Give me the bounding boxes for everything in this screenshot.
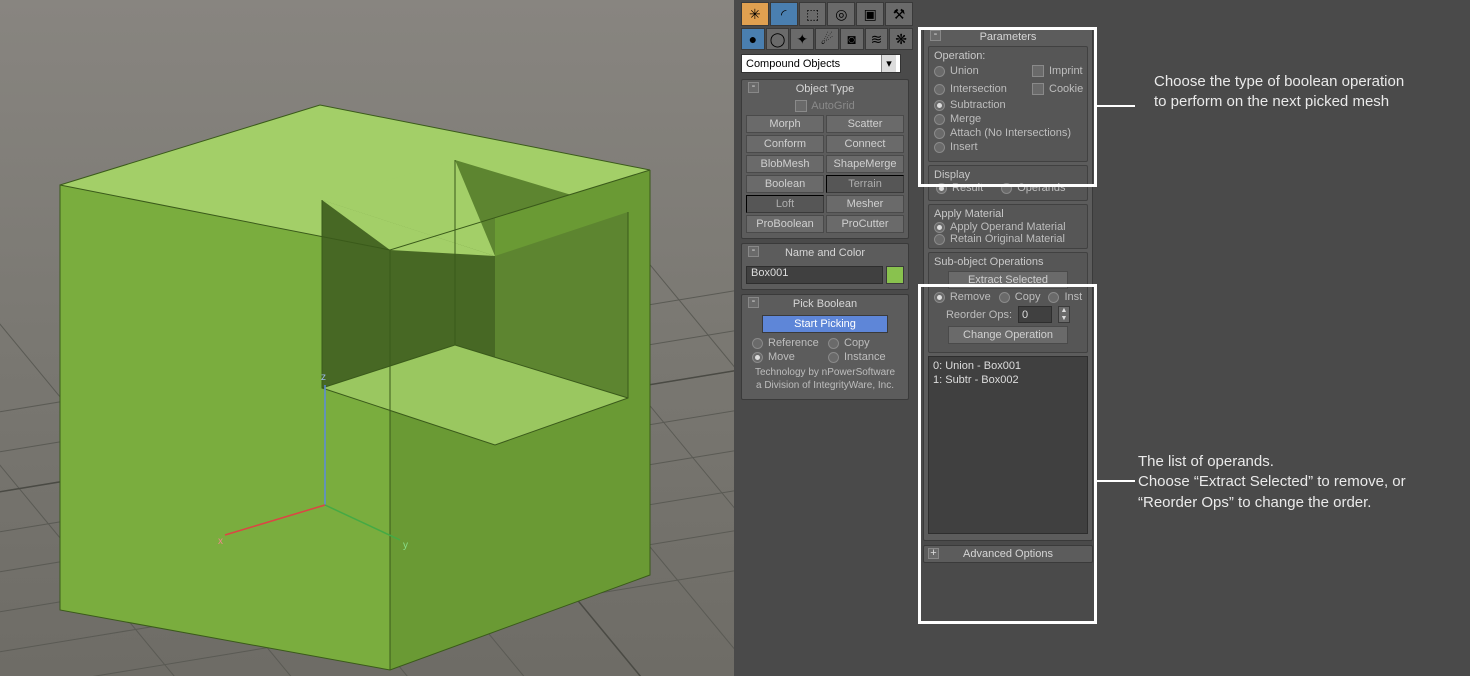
shapes-subtab[interactable]: ◯ bbox=[766, 28, 790, 50]
rollout-object-type: - Object Type AutoGrid Morph Scatter Conf… bbox=[741, 79, 909, 239]
hammer-icon: ⚒ bbox=[893, 6, 906, 23]
svg-text:x: x bbox=[218, 536, 223, 547]
object-type-button[interactable]: BlobMesh bbox=[746, 155, 824, 173]
callout-text-bottom: The list of operands. Choose “Extract Se… bbox=[1138, 452, 1438, 513]
light-icon: ✦ bbox=[796, 31, 808, 48]
modify-tab[interactable]: ◜ bbox=[770, 2, 798, 26]
arc-icon: ◜ bbox=[781, 6, 786, 23]
group-legend: Apply Material bbox=[934, 208, 1082, 220]
object-type-button[interactable]: Scatter bbox=[826, 115, 904, 133]
display-tab[interactable]: ▣ bbox=[856, 2, 884, 26]
object-type-button[interactable]: ProCutter bbox=[826, 215, 904, 233]
hierarchy-icon: ⬚ bbox=[806, 6, 819, 23]
autogrid-checkbox bbox=[795, 100, 807, 112]
object-type-button[interactable]: Boolean bbox=[746, 175, 824, 193]
copy-radio[interactable] bbox=[828, 338, 839, 349]
reference-radio[interactable] bbox=[752, 338, 763, 349]
cameras-subtab[interactable]: ☄ bbox=[815, 28, 839, 50]
object-type-button[interactable]: ProBoolean bbox=[746, 215, 824, 233]
gear-icon: ❋ bbox=[895, 31, 907, 48]
create-tab[interactable]: ✳ bbox=[741, 2, 769, 26]
group-apply-material: Apply Material Apply Operand Material Re… bbox=[928, 204, 1088, 249]
sun-icon: ✳ bbox=[749, 6, 761, 23]
systems-subtab[interactable]: ❋ bbox=[889, 28, 913, 50]
viewport-3d[interactable]: z x y bbox=[0, 0, 734, 676]
object-name-input[interactable]: Box001 bbox=[746, 266, 883, 284]
object-type-button[interactable]: Mesher bbox=[826, 195, 904, 213]
create-subtabs: ● ◯ ✦ ☄ ◙ ≋ ❋ bbox=[741, 28, 913, 50]
rollout-title-label: Pick Boolean bbox=[793, 298, 857, 310]
motion-tab[interactable]: ◎ bbox=[827, 2, 855, 26]
rollout-name-color: - Name and Color Box001 bbox=[741, 243, 909, 290]
object-type-button[interactable]: Conform bbox=[746, 135, 824, 153]
callout-connector bbox=[1097, 105, 1135, 107]
object-type-button[interactable]: ShapeMerge bbox=[826, 155, 904, 173]
geometry-subtab[interactable]: ● bbox=[741, 28, 765, 50]
sphere-icon: ● bbox=[749, 31, 757, 47]
object-type-button[interactable]: Terrain bbox=[826, 175, 904, 193]
command-panel-tabs: ✳ ◜ ⬚ ◎ ▣ ⚒ bbox=[741, 2, 913, 26]
utilities-tab[interactable]: ⚒ bbox=[885, 2, 913, 26]
collapse-icon[interactable]: - bbox=[748, 297, 759, 308]
retain-original-material-radio[interactable] bbox=[934, 234, 945, 245]
color-swatch[interactable] bbox=[886, 266, 904, 284]
callout-bracket-bottom bbox=[918, 284, 1097, 624]
dropdown-value: Compound Objects bbox=[746, 58, 840, 70]
rollout-title-label: Object Type bbox=[796, 83, 855, 95]
collapse-icon[interactable]: - bbox=[748, 82, 759, 93]
shapes-icon: ◯ bbox=[770, 31, 786, 48]
motion-icon: ◎ bbox=[835, 6, 847, 23]
category-dropdown[interactable]: Compound Objects ▾ bbox=[741, 54, 901, 73]
helper-icon: ◙ bbox=[848, 31, 856, 47]
spacewarps-subtab[interactable]: ≋ bbox=[865, 28, 889, 50]
callout-text-top: Choose the type of boolean operation to … bbox=[1154, 72, 1414, 113]
rollout-pick-boolean: -Pick Boolean Start Picking Reference Co… bbox=[741, 294, 909, 400]
svg-text:y: y bbox=[403, 540, 408, 551]
helpers-subtab[interactable]: ◙ bbox=[840, 28, 864, 50]
collapse-icon[interactable]: - bbox=[748, 246, 759, 257]
autogrid-label: AutoGrid bbox=[811, 100, 854, 112]
apply-operand-material-radio[interactable] bbox=[934, 222, 945, 233]
object-type-button[interactable]: Connect bbox=[826, 135, 904, 153]
tech-credit: Technology by nPowerSoftware a Division … bbox=[746, 363, 904, 394]
wave-icon: ≋ bbox=[871, 31, 883, 48]
rollout-title-label: Name and Color bbox=[785, 247, 865, 259]
start-picking-button[interactable]: Start Picking bbox=[762, 315, 888, 333]
hierarchy-tab[interactable]: ⬚ bbox=[799, 2, 827, 26]
instance-radio[interactable] bbox=[828, 352, 839, 363]
lights-subtab[interactable]: ✦ bbox=[790, 28, 814, 50]
object-type-button[interactable]: Loft bbox=[746, 195, 824, 213]
command-panels: ✳ ◜ ⬚ ◎ ▣ ⚒ ● ◯ ✦ ☄ ◙ ≋ ❋ Compound Objec… bbox=[734, 0, 1470, 676]
callout-connector bbox=[1097, 480, 1135, 482]
display-icon: ▣ bbox=[864, 6, 877, 23]
move-radio[interactable] bbox=[752, 352, 763, 363]
object-type-button[interactable]: Morph bbox=[746, 115, 824, 133]
group-legend: Sub-object Operations bbox=[934, 256, 1082, 268]
chevron-down-icon: ▾ bbox=[881, 55, 896, 72]
svg-text:z: z bbox=[321, 372, 326, 383]
camera-icon: ☄ bbox=[821, 31, 834, 48]
callout-bracket-top bbox=[918, 27, 1097, 187]
